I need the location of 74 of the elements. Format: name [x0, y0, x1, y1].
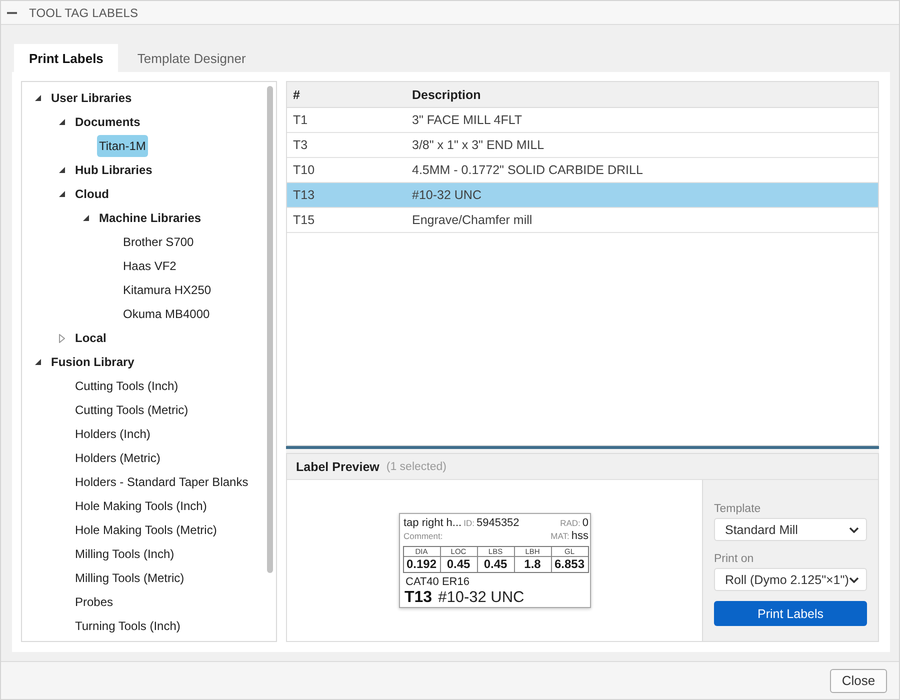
section-title: Label Preview: [296, 460, 380, 474]
chevron-down-icon: [849, 526, 859, 532]
caret-icon[interactable]: [59, 191, 65, 197]
caret-icon[interactable]: [83, 215, 89, 221]
tree-item[interactable]: Holders - Standard Taper Blanks: [73, 471, 250, 493]
id-caption: ID:: [464, 518, 474, 528]
dimension-value: 1.8: [523, 557, 542, 572]
tree-item[interactable]: Hub Libraries: [73, 159, 154, 181]
dimension-value: 0.45: [482, 557, 508, 572]
tree-item[interactable]: User Libraries: [49, 87, 134, 109]
tool-name-text: tap right h...: [404, 517, 462, 529]
tree-item[interactable]: Fusion Library: [49, 351, 136, 373]
tree-item[interactable]: Haas VF2: [121, 255, 178, 277]
chevron-down-icon: [849, 576, 859, 582]
tree-item[interactable]: Cloud: [73, 183, 111, 205]
tree-item[interactable]: Cutting Tools (Inch): [73, 375, 180, 397]
print-on-select[interactable]: Roll (Dymo 2.125"×1"): [714, 568, 867, 591]
tool-description: #10-32 UNC: [438, 589, 524, 607]
window-title: TOOL TAG LABELS: [29, 6, 138, 20]
minus-icon[interactable]: [7, 12, 17, 14]
tree-item[interactable]: Local: [73, 327, 108, 349]
dimension-value: 6.853: [553, 557, 586, 572]
tree-item[interactable]: Milling Tools (Metric): [73, 567, 186, 589]
field-label: Print on: [714, 552, 755, 566]
caret-icon[interactable]: [59, 167, 65, 173]
material-caption: MAT:: [550, 531, 570, 541]
splitter-bar[interactable]: [286, 446, 879, 453]
comment-caption: Comment:: [404, 531, 443, 541]
column-header: Description: [411, 88, 482, 102]
tree-item[interactable]: Documents: [73, 111, 142, 133]
tree-item[interactable]: Hole Making Tools (Inch): [73, 495, 209, 517]
table-cell-text: T15: [292, 213, 316, 227]
tree-item[interactable]: Titan-1M: [97, 135, 148, 157]
table-cell-text: #10-32 UNC: [411, 188, 482, 202]
table-cell-text: T13: [292, 188, 316, 202]
tab[interactable]: Print Labels: [14, 44, 118, 72]
column-header: #: [292, 88, 301, 102]
table-cell-text: 3/8" x 1" x 3" END MILL: [411, 138, 546, 152]
scrollbar-thumb[interactable]: [267, 86, 273, 573]
table-cell-text: 4.5MM - 0.1772" SOLID CARBIDE DRILL: [411, 163, 644, 177]
holder-text: CAT40 ER16: [404, 576, 470, 588]
tree-item[interactable]: Machine Libraries: [97, 207, 204, 229]
table-cell-text: 3" FACE MILL 4FLT: [411, 113, 524, 127]
tree-item[interactable]: Hole Making Tools (Metric): [73, 519, 219, 541]
selection-count: (1 selected): [386, 460, 446, 472]
tree-item[interactable]: Milling Tools (Inch): [73, 543, 176, 565]
radius-caption: RAD:: [560, 518, 580, 528]
dimension-value: 0.45: [446, 557, 472, 572]
caret-icon[interactable]: [35, 359, 41, 365]
template-select[interactable]: Standard Mill: [714, 518, 867, 541]
caret-icon[interactable]: [35, 95, 41, 101]
table-cell-text: T1: [292, 113, 309, 127]
radius-value: 0: [582, 517, 588, 529]
close-button[interactable]: Close: [830, 668, 887, 692]
field-label: Template: [714, 502, 762, 516]
material-value: hss: [571, 530, 588, 542]
tree-item[interactable]: Okuma MB4000: [121, 303, 212, 325]
caret-icon[interactable]: [59, 119, 65, 125]
table-cell-text: Engrave/Chamfer mill: [411, 213, 534, 227]
table-row[interactable]: T13 #10-32 UNC: [287, 183, 878, 208]
tree-item[interactable]: Holders (Inch): [73, 423, 152, 445]
dimension-value: 0.192: [405, 557, 438, 572]
tree-item[interactable]: Holders (Metric): [73, 447, 162, 469]
tab[interactable]: Template Designer: [122, 44, 261, 72]
tree-item[interactable]: Probes: [73, 591, 116, 613]
table-cell-text: T3: [292, 138, 309, 152]
tree-item[interactable]: Cutting Tools (Metric): [73, 399, 190, 421]
table-cell-text: T10: [292, 163, 316, 177]
tool-number: T13: [404, 589, 432, 607]
tree-item[interactable]: Turning Tools (Inch): [73, 615, 182, 637]
tree-item[interactable]: Kitamura HX250: [121, 279, 214, 301]
id-value: 5945352: [476, 517, 520, 529]
tree-item[interactable]: Brother S700: [121, 231, 196, 253]
print-labels-button[interactable]: Print Labels: [714, 601, 867, 626]
